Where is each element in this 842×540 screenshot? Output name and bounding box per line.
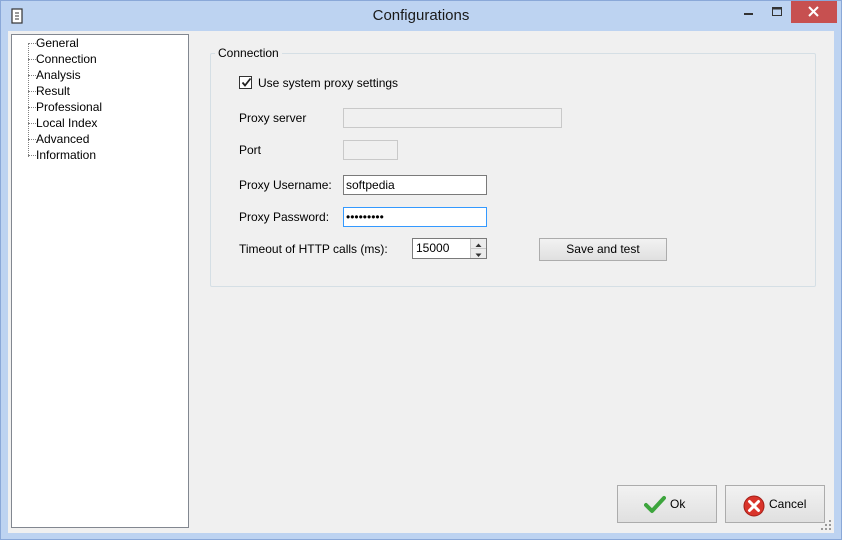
tree-item-information[interactable]: Information <box>36 147 96 163</box>
use-system-proxy-checkbox[interactable] <box>239 76 252 89</box>
tree-item-local-index[interactable]: Local Index <box>36 115 97 131</box>
cancel-button-label: Cancel <box>769 497 807 511</box>
close-icon <box>808 6 819 17</box>
ok-button-label: Ok <box>670 497 686 511</box>
close-button[interactable] <box>791 1 837 23</box>
tree-item-advanced[interactable]: Advanced <box>36 131 89 147</box>
maximize-button[interactable] <box>765 1 789 23</box>
tree-item-general[interactable]: General <box>36 35 79 51</box>
maximize-icon <box>772 7 782 16</box>
use-system-proxy-label: Use system proxy settings <box>258 76 399 90</box>
proxy-username-input[interactable] <box>343 175 487 195</box>
tree-item-result[interactable]: Result <box>36 83 70 99</box>
tree-connector <box>28 107 36 108</box>
timeout-decrement-button[interactable] <box>471 249 486 258</box>
arrow-down-icon <box>475 253 482 257</box>
tree-item-connection[interactable]: Connection <box>36 51 97 67</box>
title-bar[interactable]: Configurations <box>1 1 841 31</box>
configurations-window: Configurations General Connection Analys… <box>0 0 842 540</box>
ok-button[interactable]: Ok <box>617 485 717 523</box>
timeout-value[interactable]: 15000 <box>416 240 449 257</box>
save-and-test-button[interactable]: Save and test <box>539 238 667 261</box>
timeout-spin-buttons <box>470 239 486 258</box>
tree-connector <box>28 75 36 76</box>
settings-tree[interactable]: General Connection Analysis Result Profe… <box>11 34 189 528</box>
timeout-spinbox[interactable]: 15000 <box>412 238 487 259</box>
tree-connector <box>28 123 36 124</box>
minimize-button[interactable] <box>739 1 759 23</box>
tree-connector <box>28 91 36 92</box>
checkmark-icon <box>241 77 252 87</box>
tree-connector <box>28 59 36 60</box>
dialog-client-area: General Connection Analysis Result Profe… <box>8 31 834 533</box>
tree-connector <box>28 43 36 44</box>
proxy-password-input[interactable] <box>343 207 487 227</box>
connection-group-title: Connection <box>215 46 282 60</box>
proxy-server-label: Proxy server <box>239 111 307 125</box>
tree-item-professional[interactable]: Professional <box>36 99 102 115</box>
timeout-label: Timeout of HTTP calls (ms): <box>239 242 388 256</box>
timeout-increment-button[interactable] <box>471 239 486 249</box>
port-input[interactable] <box>343 140 398 160</box>
checkmark-icon <box>644 496 666 513</box>
resize-grip-icon[interactable] <box>821 520 832 531</box>
proxy-username-label: Proxy Username: <box>239 178 332 192</box>
tree-connector <box>28 155 36 156</box>
proxy-password-label: Proxy Password: <box>239 210 330 224</box>
minimize-icon <box>744 13 753 15</box>
tree-connector <box>28 139 36 140</box>
tree-item-analysis[interactable]: Analysis <box>36 67 81 83</box>
proxy-server-input[interactable] <box>343 108 562 128</box>
port-label: Port <box>239 143 262 157</box>
cancel-button[interactable]: Cancel <box>725 485 825 523</box>
cancel-x-icon <box>743 495 765 517</box>
window-title: Configurations <box>372 7 470 24</box>
